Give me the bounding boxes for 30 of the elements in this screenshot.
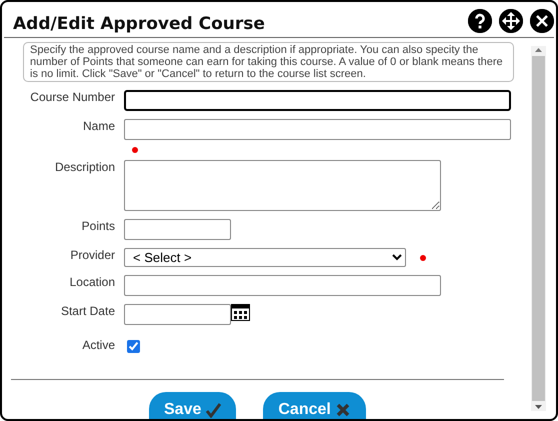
move-icon[interactable]	[499, 9, 523, 33]
text-field[interactable]	[124, 219, 231, 240]
cancel-button[interactable]: Cancel	[263, 392, 366, 419]
text-field[interactable]	[124, 304, 231, 325]
help-icon[interactable]	[468, 9, 492, 33]
check-icon	[205, 402, 222, 418]
text-field[interactable]	[124, 119, 511, 140]
instructions-text: Specify the approved course name and a description if appropriate. You can also specity the number of Points that someone can earn for taking this course. A value of 0 or blank means there is no limit. Click "Save" or "Cancel" to return to the course list screen.	[23, 42, 514, 82]
scroll-down-icon[interactable]	[534, 403, 543, 411]
text-area[interactable]	[124, 160, 441, 211]
scroll-thumb[interactable]	[532, 56, 545, 401]
scrollbar[interactable]	[531, 46, 546, 411]
scroll-up-icon[interactable]	[534, 46, 543, 54]
field-label: Provider	[69, 248, 116, 262]
checkbox[interactable]	[127, 340, 140, 353]
field-label: Location	[68, 275, 116, 289]
window-title: Add/Edit Approved Course	[13, 14, 265, 34]
field-label: Description	[54, 160, 116, 174]
close-icon[interactable]	[530, 9, 554, 33]
select-dropdown[interactable]: < Select >	[124, 248, 406, 267]
text-field[interactable]	[124, 90, 511, 111]
x-icon	[334, 402, 351, 418]
field-label: Active	[81, 338, 116, 352]
save-button[interactable]: Save	[149, 392, 236, 419]
field-label: Points	[80, 219, 116, 233]
calendar-icon[interactable]	[231, 304, 250, 321]
field-label: Course Number	[29, 90, 116, 104]
field-label: Start Date	[60, 304, 116, 318]
text-field[interactable]	[124, 275, 441, 296]
field-label: Name	[82, 119, 116, 133]
